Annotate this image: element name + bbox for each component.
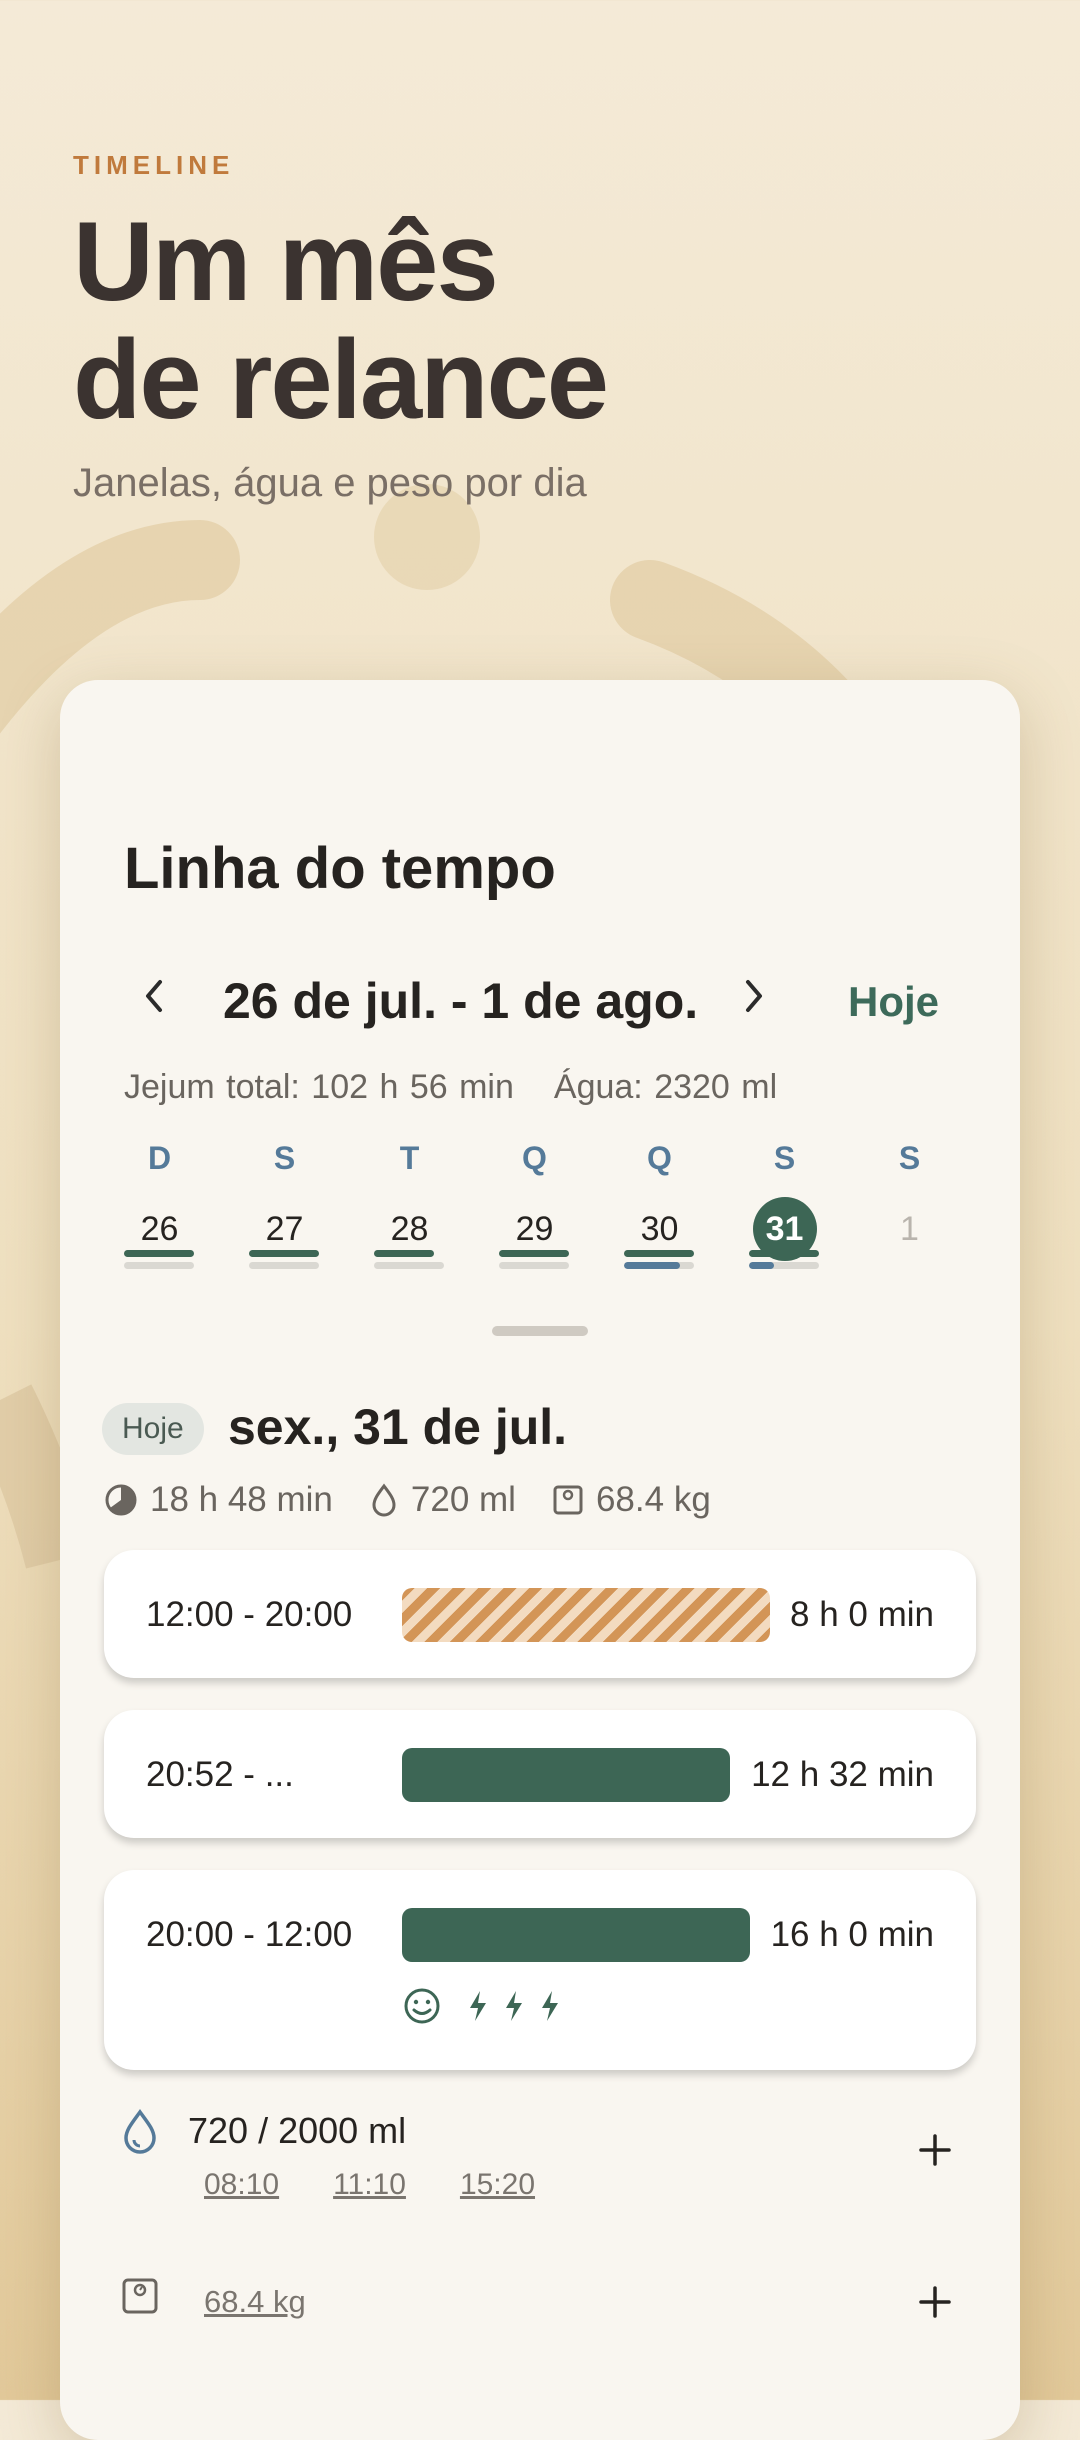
headline-line-2: de relance [73,317,609,442]
day-of-week-label: Q [522,1140,547,1176]
week-day-28[interactable]: T 28 [347,1140,472,1275]
day-stats: 18 h 48 min 720 ml 68.4 kg [104,1480,747,1520]
fasting-window-bar [402,1908,750,1962]
previous-week-button[interactable] [130,970,180,1028]
day-of-week-label: S [898,1140,921,1176]
week-day-27[interactable]: S 27 [222,1140,347,1275]
eating-window-bar [402,1588,770,1642]
window-duration: 12 h 32 min [751,1755,934,1794]
add-water-button[interactable] [910,2124,960,2179]
day-of-week-label: D [147,1140,172,1176]
fasting-progress-bar [374,1250,434,1257]
water-progress-bar [624,1262,694,1269]
weight-value[interactable]: 68.4 kg [204,2284,306,2320]
fasting-clock-icon [105,1484,137,1516]
chevron-right-icon [746,980,762,1012]
week-day-26[interactable]: D 26 [97,1140,222,1275]
next-week-button[interactable] [728,970,778,1028]
week-totals: Jejum total: 102 h 56 min Água: 2320 ml [124,1068,777,1107]
water-amount: 720 / 2000 ml [188,2110,407,2151]
water-log-entry[interactable]: 08:10 [204,2168,279,2202]
day-of-week-label: T [399,1140,420,1176]
week-day-1[interactable]: S1 [847,1140,972,1275]
window-time: 20:00 - 12:00 [146,1915,353,1954]
week-day-30[interactable]: Q 30 [597,1140,722,1275]
timeline-card: Linha do tempo 26 de jul. - 1 de ago. Ho… [60,680,1020,2440]
day-of-week-label: Q [647,1140,672,1176]
energy-bolt-icon [470,1991,486,2021]
eyebrow-label: TIMELINE [73,150,235,180]
water-total: Água: 2320 ml [553,1068,778,1106]
today-button[interactable]: Hoje [848,978,939,1026]
fasting-window-bar [402,1748,730,1802]
today-badge: Hoje [102,1403,204,1455]
week-strip: D 26 S 27 T 28 Q 29 Q 30 S 31 S 1 [97,1140,972,1275]
window-time: 20:52 - ... [146,1755,294,1794]
water-progress-bar [499,1262,569,1269]
water-log-entry[interactable]: 11:10 [333,2168,406,2202]
scale-icon [553,1485,583,1515]
headline: Um mês de relance [73,199,609,442]
window-duration: 16 h 0 min [770,1915,934,1954]
drag-handle[interactable] [492,1326,588,1336]
window-row[interactable]: 20:52 - ... 12 h 32 min [104,1710,976,1838]
smile-icon [404,1988,440,2024]
fast-total: Jejum total: 102 h 56 min [124,1068,514,1106]
window-duration: 8 h 0 min [790,1595,934,1634]
chevron-left-icon [146,980,162,1012]
energy-bolt-icon [542,1991,558,2021]
weight-stat: 68.4 kg [552,1480,711,1520]
week-day-29[interactable]: Q 29 [472,1140,597,1275]
day-of-week-label: S [273,1140,296,1176]
water-drop-icon [372,1483,396,1517]
week-day-31[interactable]: S 31 [722,1140,847,1275]
plus-icon [919,2134,951,2166]
fasting-progress-bar [249,1250,319,1257]
water-progress-bar [249,1262,319,1269]
scale-icon [122,2278,158,2314]
plus-icon [919,2286,951,2318]
fast-stat-value: 18 h 48 min [150,1480,333,1519]
fasting-progress-bar [624,1250,694,1257]
add-weight-button[interactable] [910,2276,960,2331]
day-of-week-label: S [773,1140,796,1176]
window-time: 12:00 - 20:00 [146,1595,353,1634]
selected-day-title: sex., 31 de jul. [228,1399,568,1455]
window-mood-row [402,1986,564,2026]
water-stat-value: 720 ml [410,1480,516,1519]
fast-stat: 18 h 48 min [104,1480,333,1520]
fasting-progress-bar [124,1250,194,1257]
window-row[interactable]: 20:00 - 12:00 16 h 0 min [104,1870,976,2070]
day-number: 1 [900,1210,919,1248]
fasting-progress-bar [749,1250,819,1257]
water-log-times: 08:10 11:10 15:20 [204,2168,589,2202]
hero: TIMELINE Um mês de relance Janelas, água… [73,150,609,506]
week-range: 26 de jul. - 1 de ago. [223,973,699,1029]
fasting-progress-bar [499,1250,569,1257]
water-stat: 720 ml [369,1480,516,1520]
water-progress-bar [374,1262,444,1269]
headline-line-1: Um mês [73,199,499,324]
water-progress-bar [124,1262,194,1269]
water-log-entry[interactable]: 15:20 [460,2168,535,2202]
water-progress-bar [749,1262,819,1269]
window-row[interactable]: 12:00 - 20:00 8 h 0 min [104,1550,976,1678]
energy-bolt-icon [506,1991,522,2021]
card-title: Linha do tempo [124,836,556,901]
weight-stat-value: 68.4 kg [595,1480,711,1519]
water-drop-icon [124,2109,156,2154]
hero-subtitle: Janelas, água e peso por dia [73,461,587,505]
